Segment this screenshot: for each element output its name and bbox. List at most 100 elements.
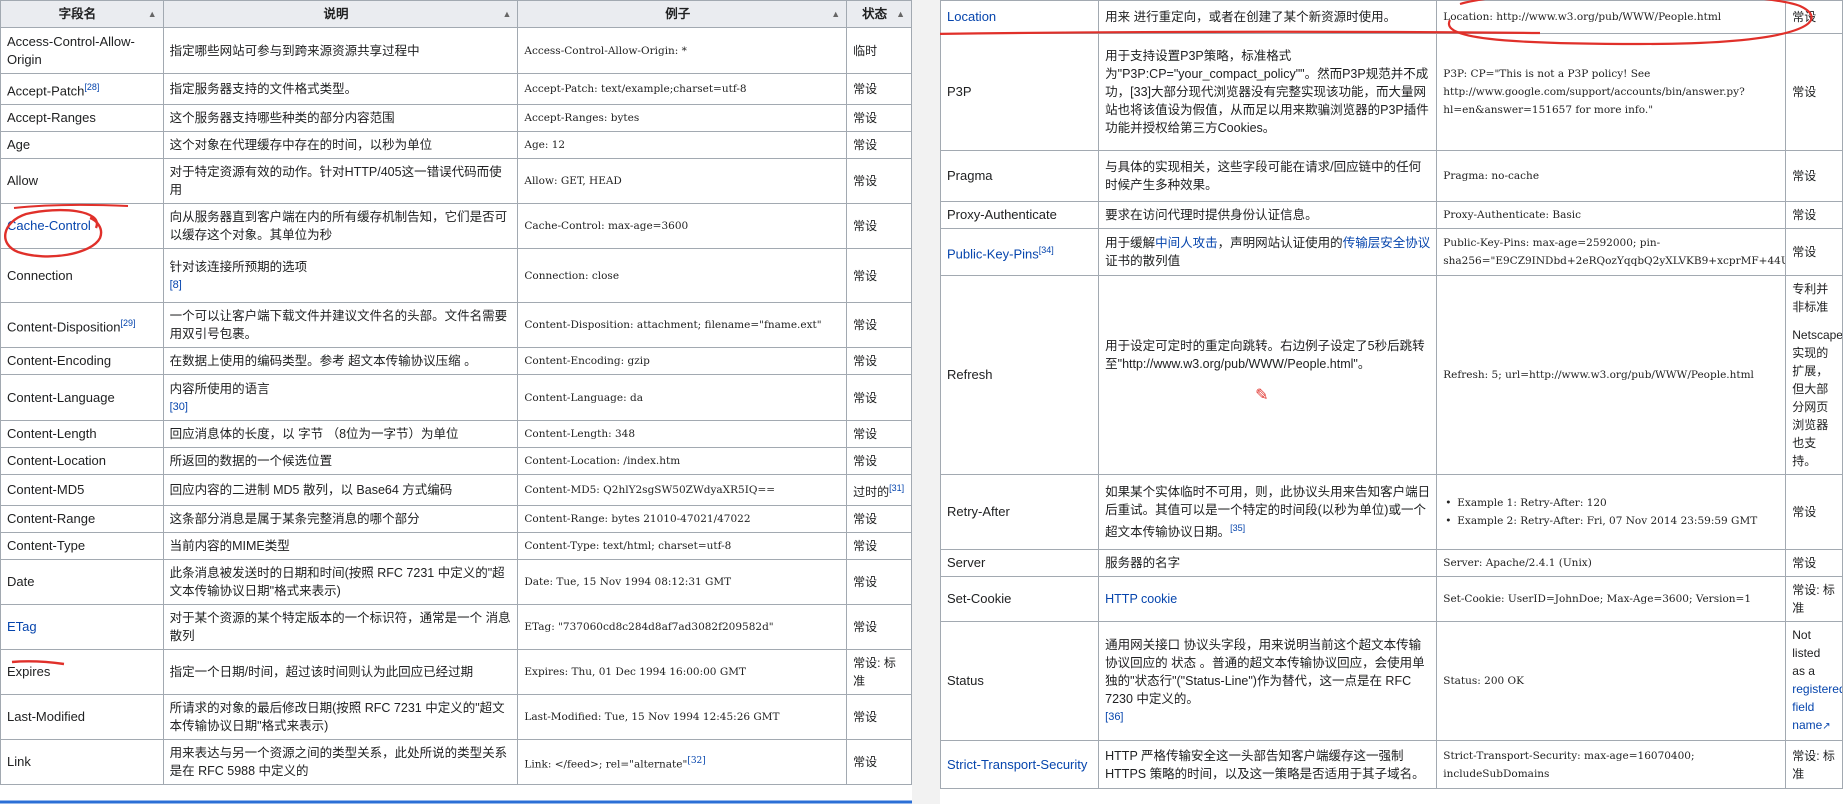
citation-link[interactable]: [8] xyxy=(170,276,512,294)
field-link[interactable]: Cache-Control xyxy=(7,218,91,233)
field-name: Content-Length xyxy=(0,420,164,449)
registered-field-name-link[interactable]: registered field name xyxy=(1792,682,1841,732)
field-link[interactable]: Location xyxy=(947,9,996,24)
sort-icon[interactable]: ▲ xyxy=(896,5,905,23)
field-link[interactable]: Strict-Transport-Security xyxy=(947,757,1087,772)
field-example: Accept-Patch: text/example;charset=utf-8 xyxy=(517,72,848,106)
table-row: P3P 用于支持设置P3P策略，标准格式为"P3P:CP="your_compa… xyxy=(940,33,1843,151)
field-example: Content-Disposition: attachment; filenam… xyxy=(517,302,848,349)
field-desc: 用来 进行重定向，或者在创建了某个新资源时使用。 xyxy=(1098,0,1438,34)
field-status: 常设 xyxy=(846,203,912,250)
table-row: Connection 针对该连接所预期的选项 [8] Connection: cl… xyxy=(0,248,912,304)
field-example: Content-MD5: Q2hlY2sgSW50ZWdyaXR5IQ== xyxy=(517,474,848,507)
table-row: Accept-Patch[28] 指定服务器支持的文件格式类型。 Accept-… xyxy=(0,72,912,106)
field-desc: 向从服务器直到客户端在内的所有缓存机制告知，它们是否可以缓存这个对象。其单位为秒 xyxy=(162,203,519,250)
field-example: Allow: GET, HEAD xyxy=(517,158,848,205)
field-name: ETag xyxy=(0,604,164,651)
sort-icon[interactable]: ▲ xyxy=(502,5,511,23)
field-desc: 指定一个日期/时间，超过该时间则认为此回应已经过期 xyxy=(162,649,519,696)
table-row: Status 通用网关接口 协议头字段，用来说明当前这个超文本传输协议回应的 状… xyxy=(940,621,1843,741)
table-row: Refresh 用于设定可定时的重定向跳转。右边例子设定了5秒后跳转至"http… xyxy=(940,275,1843,475)
field-status: 常设 xyxy=(1785,549,1843,577)
citation-link[interactable]: [28] xyxy=(84,82,99,92)
field-name: Access-Control-Allow-Origin xyxy=(0,27,164,74)
field-example: Last-Modified: Tue, 15 Nov 1994 12:45:26… xyxy=(517,694,848,741)
field-name: Retry-After xyxy=(940,474,1100,550)
tls-link[interactable]: 传输层安全协议 xyxy=(1343,236,1431,250)
field-status: 常设 xyxy=(1785,474,1843,550)
field-example: Location: http://www.w3.org/pub/WWW/Peop… xyxy=(1436,0,1787,34)
field-link[interactable]: ETag xyxy=(7,619,37,634)
field-status: 常设 xyxy=(846,447,912,476)
field-desc: 所返回的数据的一个候选位置 xyxy=(162,447,519,476)
field-name: P3P xyxy=(940,33,1100,151)
pen-cursor-icon: ✎ xyxy=(1255,387,1269,404)
field-desc: 这条部分消息是属于某条完整消息的哪个部分 xyxy=(162,505,519,534)
field-example: Connection: close xyxy=(517,248,848,304)
field-desc: 指定服务器支持的文件格式类型。 xyxy=(162,72,519,106)
field-desc: 回应内容的二进制 MD5 散列，以 Base64 方式编码 xyxy=(162,474,519,507)
mitm-link[interactable]: 中间人攻击 xyxy=(1155,236,1218,250)
field-desc: 针对该连接所预期的选项 [8] xyxy=(162,248,519,304)
field-name: Server xyxy=(940,549,1100,577)
field-status: 常设 xyxy=(846,559,912,606)
sort-icon[interactable]: ▲ xyxy=(831,5,840,23)
field-status: 常设 xyxy=(846,131,912,160)
field-example: Example 1: Retry-After: 120Example 2: Re… xyxy=(1436,474,1787,550)
field-example: Content-Language: da xyxy=(517,374,848,422)
field-desc: 内容所使用的语言 [30] xyxy=(162,374,519,422)
field-example: Public-Key-Pins: max-age=2592000; pin-sh… xyxy=(1436,228,1787,276)
right-table-panel: Location 用来 进行重定向，或者在创建了某个新资源时使用。 Locati… xyxy=(940,0,1843,804)
field-status: 常设 xyxy=(846,302,912,349)
table-row: Link 用来表达与另一个资源之间的类型关系，此处所说的类型关系是在 RFC 5… xyxy=(0,739,912,786)
field-desc: 此条消息被发送时的日期和时间(按照 RFC 7231 中定义的"超文本传输协议日… xyxy=(162,559,519,606)
field-example: Link: </feed>; rel="alternate"[32] xyxy=(517,739,848,786)
citation-link[interactable]: [29] xyxy=(120,318,135,328)
table-header-row: 字段名 ▲ 说明 ▲ 例子 ▲ 状态 ▲ xyxy=(0,0,912,28)
citation-link[interactable]: [35] xyxy=(1230,523,1245,533)
field-status: 常设 xyxy=(1785,33,1843,151)
citation-link[interactable]: [32] xyxy=(687,756,705,766)
field-status: 临时 xyxy=(846,27,912,74)
col-header-example[interactable]: 例子 ▲ xyxy=(517,0,848,28)
http-cookie-link[interactable]: HTTP cookie xyxy=(1105,592,1177,606)
field-example: Content-Location: /index.htm xyxy=(517,447,848,476)
field-desc: 这个对象在代理缓存中存在的时间，以秒为单位 xyxy=(162,131,519,160)
citation-link[interactable]: [34] xyxy=(1039,245,1054,255)
citation-link[interactable]: [30] xyxy=(170,398,512,416)
field-name: Expires xyxy=(0,649,164,696)
field-status: 常设 xyxy=(846,72,912,106)
table-row: Expires 指定一个日期/时间，超过该时间则认为此回应已经过期 Expire… xyxy=(0,649,912,696)
field-desc: 这个服务器支持哪些种类的部分内容范围 xyxy=(162,104,519,133)
field-status: 常设: 标准 xyxy=(1785,576,1843,622)
table-row: Content-Language 内容所使用的语言 [30] Content-La… xyxy=(0,374,912,422)
field-desc: 所请求的对象的最后修改日期(按照 RFC 7231 中定义的"超文本传输协议日期… xyxy=(162,694,519,741)
table-row: Accept-Ranges 这个服务器支持哪些种类的部分内容范围 Accept-… xyxy=(0,104,912,133)
field-desc: 与具体的实现相关，这些字段可能在请求/回应链中的任何时候产生多种效果。 xyxy=(1098,150,1438,202)
field-status: 常设 xyxy=(846,505,912,534)
col-header-desc[interactable]: 说明 ▲ xyxy=(162,0,519,28)
col-header-status[interactable]: 状态 ▲ xyxy=(846,0,912,28)
table-row: Content-Type 当前内容的MIME类型 Content-Type: t… xyxy=(0,532,912,561)
field-example: ETag: "737060cd8c284d8af7ad3082f209582d" xyxy=(517,604,848,651)
table-row: Public-Key-Pins[34] 用于缓解中间人攻击，声明网站认证使用的传… xyxy=(940,228,1843,276)
field-name: Strict-Transport-Security xyxy=(940,740,1100,789)
field-name: Status xyxy=(940,621,1100,741)
field-desc: HTTP 严格传输安全这一头部告知客户端缓存这一强制 HTTPS 策略的时间，以… xyxy=(1098,740,1438,789)
table-row: Date 此条消息被发送时的日期和时间(按照 RFC 7231 中定义的"超文本… xyxy=(0,559,912,606)
field-desc: 服务器的名字 xyxy=(1098,549,1438,577)
field-example: Age: 12 xyxy=(517,131,848,160)
field-status: 常设 xyxy=(1785,201,1843,229)
citation-link[interactable]: [36] xyxy=(1105,708,1430,726)
field-example: Status: 200 OK xyxy=(1436,621,1787,741)
table-row: Content-Encoding 在数据上使用的编码类型。参考 超文本传输协议压… xyxy=(0,347,912,376)
panel-gap xyxy=(912,0,940,804)
sort-icon[interactable]: ▲ xyxy=(148,5,157,23)
headers-table-left: 字段名 ▲ 说明 ▲ 例子 ▲ 状态 ▲ Access-Control-Allow-Or… xyxy=(0,0,912,786)
field-desc: 回应消息体的长度，以 字节 （8位为一字节）为单位 xyxy=(162,420,519,449)
table-row: ETag 对于某个资源的某个特定版本的一个标识符，通常是一个 消息散列 ETag… xyxy=(0,604,912,651)
citation-link[interactable]: [31] xyxy=(889,483,904,493)
field-example: P3P: CP="This is not a P3P policy! See h… xyxy=(1436,33,1787,151)
field-link[interactable]: Public-Key-Pins xyxy=(947,246,1039,261)
col-header-field[interactable]: 字段名 ▲ xyxy=(0,0,164,28)
